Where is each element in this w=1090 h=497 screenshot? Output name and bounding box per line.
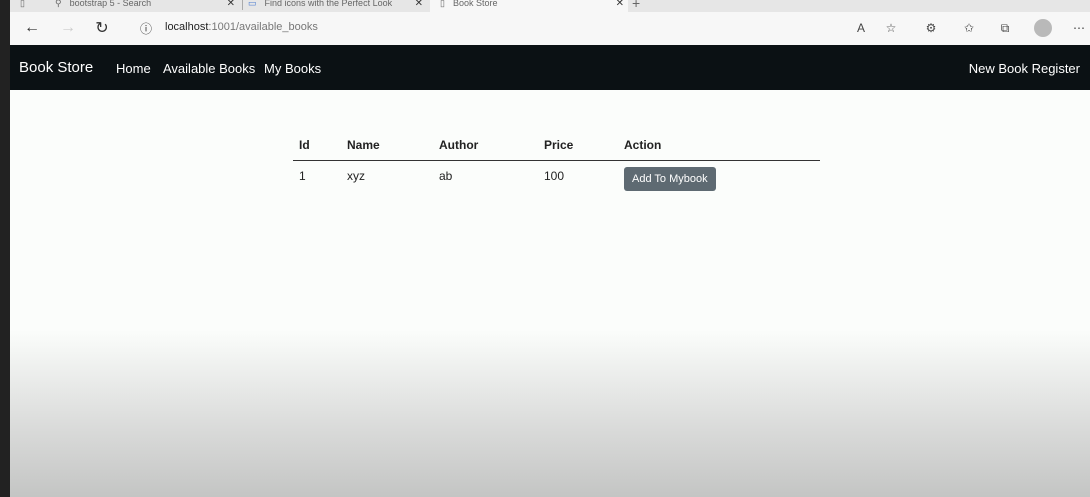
tab-separator bbox=[242, 0, 243, 10]
header-name: Name bbox=[341, 130, 433, 161]
new-tab-button[interactable]: + bbox=[632, 0, 640, 12]
cell-action: Add To Mybook bbox=[618, 161, 820, 200]
cell-price: 100 bbox=[544, 169, 565, 183]
header-action: Action bbox=[618, 130, 820, 161]
nav-my-books[interactable]: My Books bbox=[264, 61, 321, 76]
table-row: 1 xyz ab 100 Add To Mybook bbox=[293, 161, 820, 200]
address-bar: ← → ↻ ⓘ localhost:1001/available_books A… bbox=[10, 12, 1090, 46]
favorites-icon[interactable]: ✩ bbox=[960, 19, 978, 37]
header-author: Author bbox=[433, 130, 538, 161]
url-path: :1001/available_books bbox=[208, 21, 318, 33]
cell-name: xyz bbox=[347, 169, 365, 183]
profile-avatar[interactable] bbox=[1034, 19, 1052, 37]
page-content: Id Name Author Price Action 1 xyz ab 100… bbox=[10, 90, 1090, 497]
url-field[interactable]: localhost:1001/available_books bbox=[165, 21, 318, 33]
collections-icon[interactable]: ⧉ bbox=[996, 19, 1014, 37]
page-icon: ▯ bbox=[440, 0, 445, 8]
read-aloud-icon[interactable]: A bbox=[852, 19, 870, 37]
reload-icon[interactable]: ↻ bbox=[92, 18, 112, 38]
url-host: localhost bbox=[165, 21, 209, 33]
close-tab-icon[interactable]: ✕ bbox=[616, 0, 624, 9]
extensions-icon[interactable]: ⚙ bbox=[922, 19, 940, 37]
cell-id: 1 bbox=[299, 169, 306, 183]
nav-new-book-register[interactable]: New Book Register bbox=[969, 61, 1080, 76]
search-icon: ⚲ bbox=[55, 0, 62, 8]
nav-available-books[interactable]: Available Books bbox=[163, 61, 255, 76]
back-arrow-icon[interactable]: ← bbox=[22, 18, 42, 38]
tab-book-store[interactable]: ▯ Book Store ✕ bbox=[430, 0, 628, 12]
tab-title: Find icons with the Perfect Look bbox=[264, 0, 393, 8]
close-tab-icon[interactable]: ✕ bbox=[227, 0, 235, 9]
table-header-row: Id Name Author Price Action bbox=[293, 130, 820, 161]
window-left-edge bbox=[0, 0, 10, 497]
close-tab-icon[interactable]: ✕ bbox=[415, 0, 423, 9]
nav-home[interactable]: Home bbox=[116, 61, 151, 76]
forward-arrow-icon[interactable]: → bbox=[58, 18, 78, 38]
header-price: Price bbox=[538, 130, 618, 161]
cell-author: ab bbox=[439, 169, 453, 183]
tab-find-icons[interactable]: ▭ Find icons with the Perfect Look ✕ bbox=[248, 0, 423, 12]
brand-link[interactable]: Book Store bbox=[19, 59, 93, 76]
tab-title: Book Store bbox=[452, 0, 498, 8]
top-navbar: Book Store Home Available Books My Books… bbox=[10, 45, 1090, 90]
books-table: Id Name Author Price Action 1 xyz ab 100… bbox=[293, 130, 820, 199]
tab-title: bootstrap 5 - Search bbox=[69, 0, 152, 8]
tab-strip: ▯ ⚲ bootstrap 5 - Search ✕ ▭ Find icons … bbox=[10, 0, 1090, 12]
add-to-mybook-button[interactable]: Add To Mybook bbox=[624, 167, 716, 191]
info-icon: ⓘ bbox=[139, 21, 152, 36]
more-menu-icon[interactable]: ⋯ bbox=[1070, 19, 1088, 37]
add-favorite-icon[interactable]: ☆ bbox=[882, 19, 900, 37]
sidebar-toggle-icon[interactable]: ▯ bbox=[20, 0, 34, 12]
bootstrap-icon: ▭ bbox=[248, 0, 257, 8]
tab-bootstrap[interactable]: ⚲ bootstrap 5 - Search ✕ bbox=[55, 0, 235, 12]
header-id: Id bbox=[293, 130, 341, 161]
